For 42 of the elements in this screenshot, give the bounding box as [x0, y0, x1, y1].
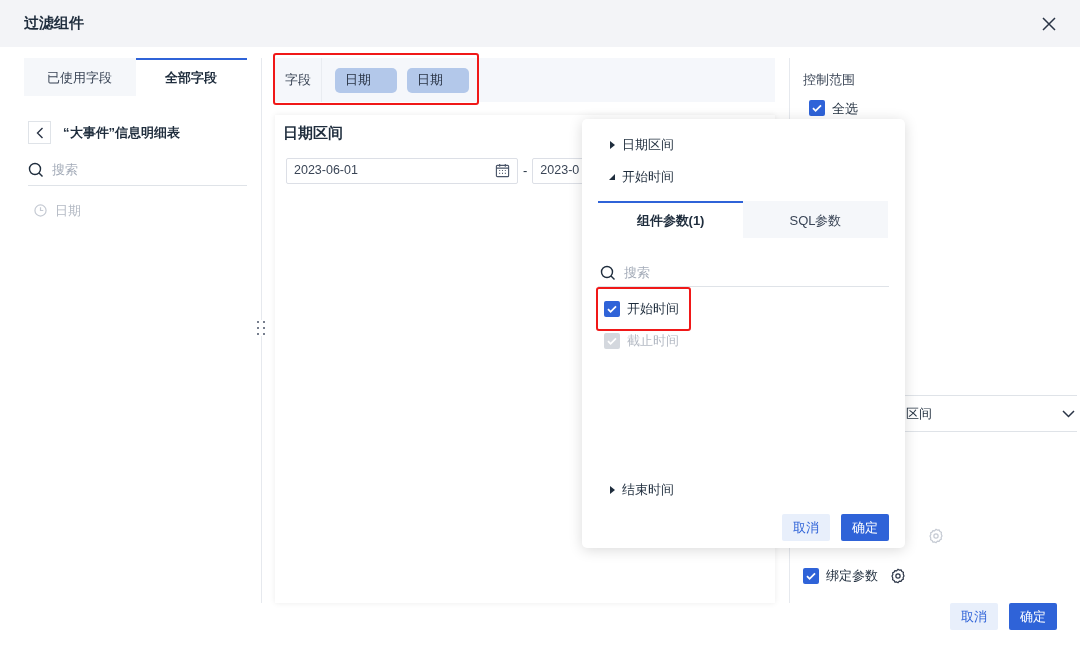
check-icon [811, 102, 823, 115]
select-all-label: 全选 [832, 99, 858, 118]
bind-params-label: 绑定参数 [826, 567, 878, 585]
clock-icon [34, 204, 47, 218]
param-label: 开始时间 [627, 300, 679, 319]
check-icon [606, 335, 618, 347]
cancel-button[interactable]: 取消 [782, 514, 830, 541]
tree-item[interactable]: 开始时间 [622, 167, 674, 187]
preview-title: 日期区间 [283, 123, 343, 143]
gear-icon[interactable] [890, 567, 906, 584]
search-icon [28, 161, 44, 178]
caret-down-icon[interactable] [608, 173, 616, 181]
calendar-icon [495, 163, 510, 178]
confirm-button[interactable]: 确定 [1009, 603, 1057, 630]
chevron-left-icon [35, 126, 44, 139]
close-icon[interactable] [1042, 16, 1056, 31]
table-name: “大事件”信息明细表 [63, 123, 180, 142]
tree-item[interactable]: 结束时间 [622, 480, 674, 500]
checkbox[interactable] [803, 567, 819, 584]
dialog-title: 过滤组件 [24, 13, 84, 34]
field-tag[interactable]: 日期 [335, 67, 397, 93]
tab[interactable]: 已使用字段 [24, 58, 136, 96]
back-button[interactable] [28, 121, 51, 144]
tree-item[interactable]: 日期区间 [622, 135, 674, 155]
date-separator: - [523, 161, 528, 180]
control-title: 控制范围 [803, 71, 856, 89]
cancel-button[interactable]: 取消 [950, 603, 998, 630]
checkbox[interactable] [809, 100, 825, 117]
start-date-field[interactable]: 2023-06-01 [286, 157, 518, 184]
search-field[interactable]: 搜索 [52, 159, 247, 180]
param-label: 截止时间 [627, 332, 679, 351]
caret-right-icon[interactable] [608, 141, 616, 149]
popover-search-field[interactable]: 搜索 [624, 262, 889, 283]
tab[interactable]: SQL参数 [743, 201, 888, 238]
caret-right-icon[interactable] [608, 486, 616, 494]
field-label: 字段 [275, 58, 322, 102]
checkbox[interactable] [604, 301, 620, 317]
confirm-button[interactable]: 确定 [841, 514, 889, 541]
check-icon [606, 303, 618, 315]
search-icon [600, 264, 616, 281]
field-tag[interactable]: 日期 [407, 67, 469, 93]
chevron-down-icon [1062, 409, 1075, 418]
